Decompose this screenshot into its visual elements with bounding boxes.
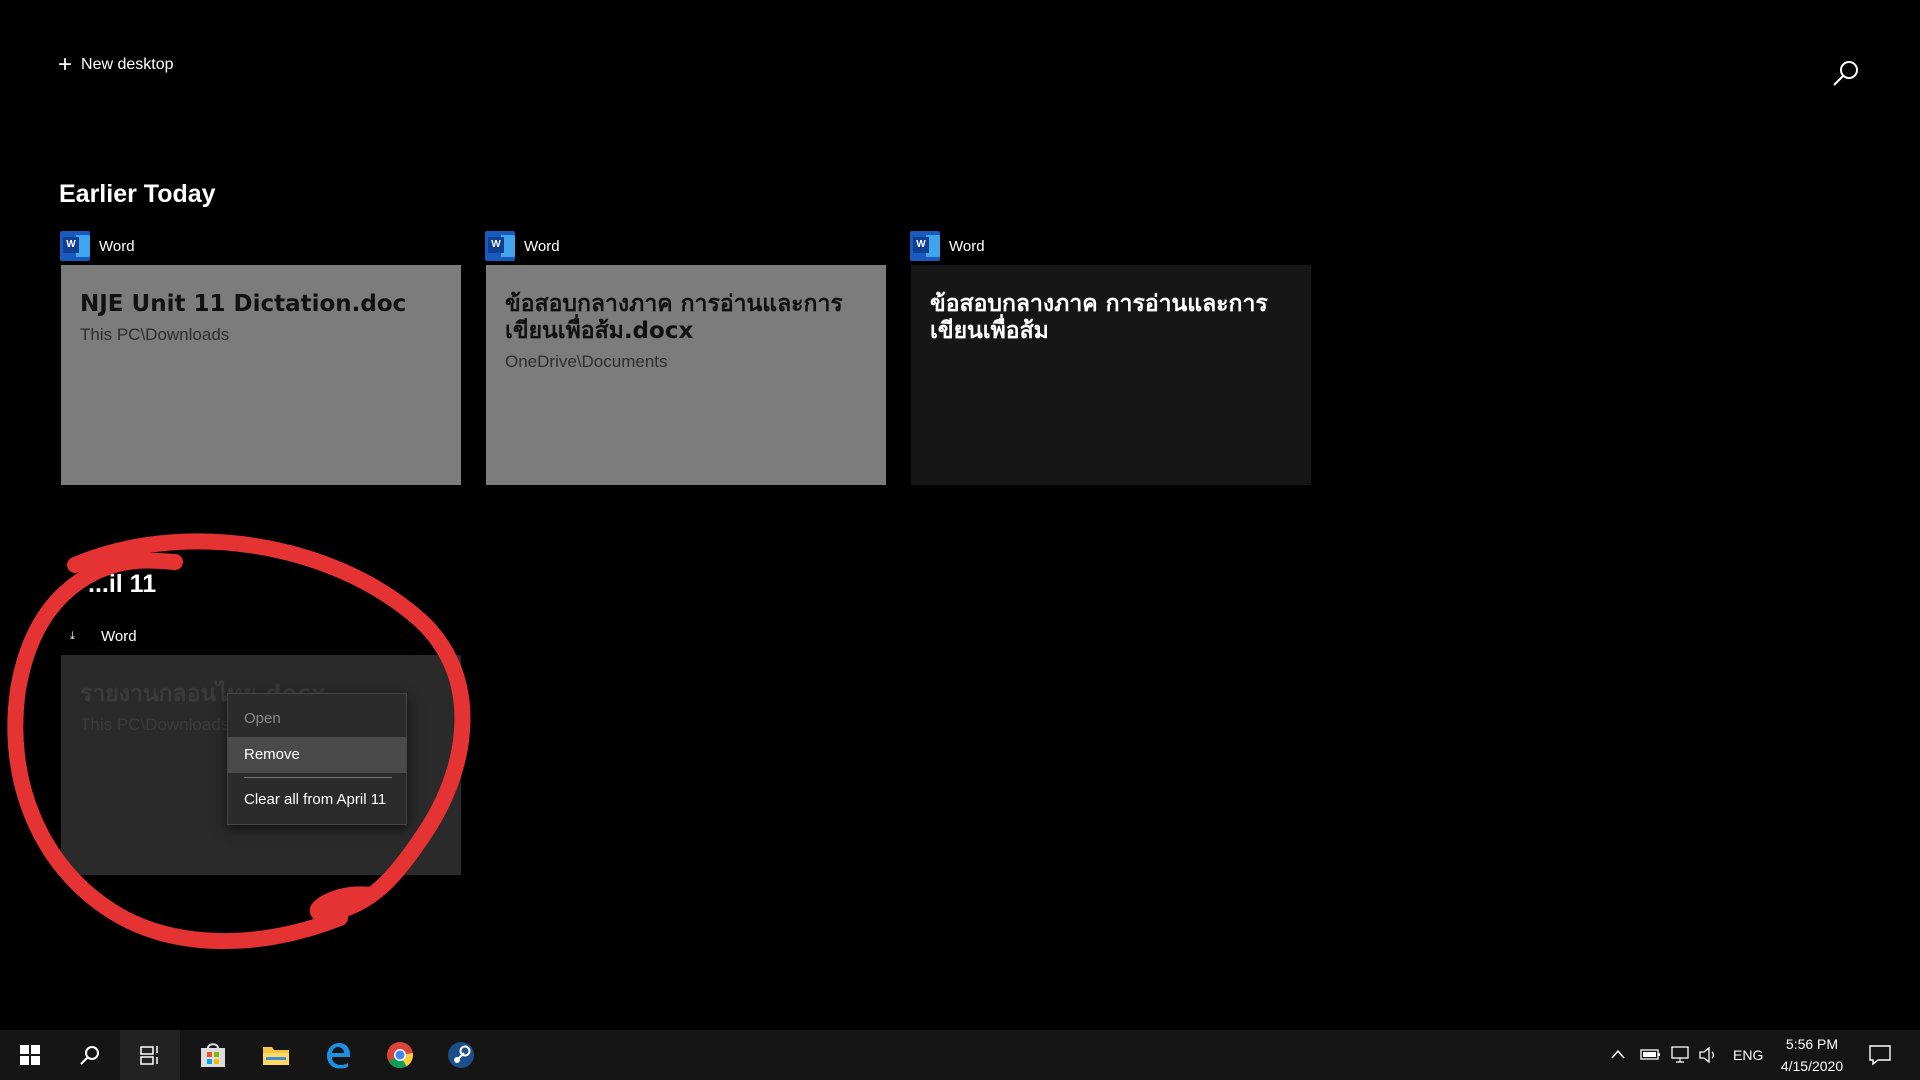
section-title-earlier-today: Earlier Today — [59, 180, 216, 208]
taskbar-search-button[interactable] — [60, 1030, 120, 1080]
app-label-word: W Word — [485, 231, 560, 261]
input-language[interactable]: ENG — [1733, 1047, 1763, 1063]
volume-icon[interactable] — [1698, 1045, 1720, 1065]
search-icon — [80, 1046, 99, 1065]
chrome-icon — [387, 1042, 413, 1069]
app-label-word: W Word — [60, 231, 135, 261]
menu-item-open[interactable]: Open — [228, 701, 406, 737]
word-icon: W — [485, 231, 515, 261]
activity-card[interactable]: ข้อสอบกลางภาค การอ่านและการเขียนเพื่อส้ม… — [486, 265, 886, 485]
card-title: NJE Unit 11 Dictation.doc — [80, 291, 407, 317]
menu-item-clear-all[interactable]: Clear all from April 11 — [228, 782, 406, 818]
word-icon: W — [60, 231, 90, 261]
folder-icon — [263, 1047, 289, 1065]
clock[interactable]: 5:56 PM 4/15/2020 — [1767, 1033, 1857, 1077]
task-view-icon — [140, 1046, 158, 1065]
windows-icon — [20, 1045, 40, 1065]
word-icon: W — [910, 231, 940, 261]
store-app-button[interactable] — [183, 1030, 243, 1080]
context-menu: Open Remove Clear all from April 11 — [227, 693, 407, 825]
action-center-icon[interactable] — [1868, 1044, 1892, 1066]
clock-time: 5:56 PM — [1785, 1036, 1839, 1052]
card-title: ข้อสอบกลางภาค การอ่านและการเขียนเพื่อส้ม — [930, 291, 1268, 344]
chrome-browser-button[interactable] — [370, 1030, 430, 1080]
plus-icon: + — [58, 51, 73, 78]
new-desktop-label: New desktop — [81, 56, 174, 73]
task-view-button[interactable] — [120, 1030, 180, 1080]
menu-item-remove[interactable]: Remove — [228, 737, 406, 773]
taskbar: ENG 5:56 PM 4/15/2020 — [0, 1030, 1920, 1080]
start-button[interactable] — [0, 1030, 60, 1080]
file-explorer-button[interactable] — [246, 1030, 306, 1080]
download-icon: ⤓ — [70, 630, 75, 642]
card-path: This PC\Downloads — [80, 325, 230, 344]
app-label-word: W Word — [910, 231, 985, 261]
chevron-up-icon[interactable] — [1610, 1048, 1626, 1060]
activity-card[interactable]: NJE Unit 11 Dictation.doc This PC\Downlo… — [61, 265, 461, 485]
section-title-april-11: ...il 11 — [88, 570, 157, 598]
network-icon[interactable] — [1670, 1045, 1692, 1065]
steam-button[interactable] — [431, 1030, 491, 1080]
app-label-word: ⤓ Word — [70, 628, 137, 645]
clock-date: 4/15/2020 — [1780, 1058, 1844, 1074]
card-path: OneDrive\Documents — [505, 352, 668, 371]
microsoft-store-icon — [201, 1043, 225, 1067]
timeline-search-icon[interactable] — [1830, 58, 1862, 90]
battery-icon[interactable] — [1640, 1046, 1662, 1062]
edge-icon — [327, 1043, 350, 1069]
steam-icon — [448, 1042, 474, 1068]
edge-browser-button[interactable] — [308, 1030, 368, 1080]
card-title: ข้อสอบกลางภาค การอ่านและการเขียนเพื่อส้ม… — [505, 291, 843, 344]
activity-card[interactable]: ข้อสอบกลางภาค การอ่านและการเขียนเพื่อส้ม — [911, 265, 1311, 485]
menu-separator — [244, 777, 392, 778]
new-desktop-button[interactable]: + New desktop — [58, 51, 174, 78]
